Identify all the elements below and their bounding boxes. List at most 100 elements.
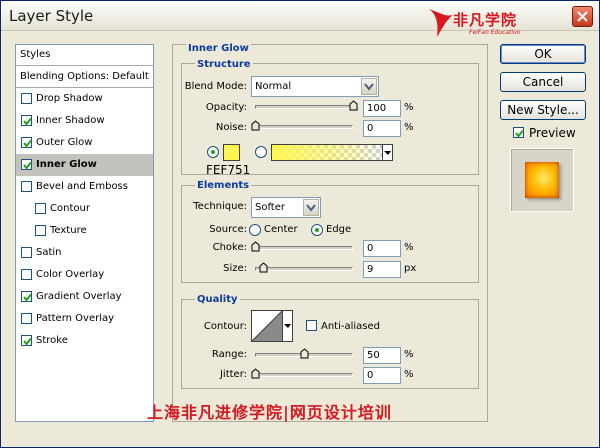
style-item-gradient-overlay[interactable]: Gradient Overlay <box>16 286 153 308</box>
style-item-label: Contour <box>50 203 90 214</box>
elements-title: Elements <box>195 180 252 191</box>
close-icon <box>577 11 588 22</box>
jitter-label: Jitter: <box>219 369 247 380</box>
anti-aliased-checkbox[interactable] <box>306 320 317 331</box>
style-checkbox[interactable] <box>35 225 46 236</box>
style-checkbox[interactable] <box>21 269 32 280</box>
technique-value: Softer <box>255 202 285 213</box>
jitter-slider[interactable] <box>255 373 353 377</box>
style-checkbox[interactable] <box>35 203 46 214</box>
blend-mode-value: Normal <box>255 81 292 92</box>
window-title: Layer Style <box>9 7 94 25</box>
contour-preview[interactable] <box>251 310 283 342</box>
size-unit: px <box>404 263 417 274</box>
style-item-inner-glow[interactable]: Inner Glow <box>16 154 153 176</box>
style-checkbox[interactable] <box>21 181 32 192</box>
style-item-satin[interactable]: Satin <box>16 242 153 264</box>
style-checkbox[interactable] <box>21 291 32 302</box>
source-edge-radio[interactable] <box>311 224 323 236</box>
source-label: Source: <box>209 224 247 235</box>
style-item-label: Stroke <box>36 335 68 346</box>
inner-glow-title: Inner Glow <box>186 43 251 54</box>
solid-color-radio[interactable] <box>207 146 219 158</box>
style-item-inner-shadow[interactable]: Inner Shadow <box>16 110 153 132</box>
gradient-dropdown[interactable] <box>382 144 393 161</box>
opacity-unit: % <box>404 102 414 113</box>
contour-curve-icon <box>251 310 283 342</box>
style-item-label: Satin <box>36 247 62 258</box>
noise-unit: % <box>404 122 414 133</box>
glow-color-swatch[interactable] <box>223 144 240 161</box>
style-item-label: Outer Glow <box>36 137 93 148</box>
style-preview <box>510 148 574 212</box>
new-style-button[interactable]: New Style... <box>500 100 586 120</box>
style-item-drop-shadow[interactable]: Drop Shadow <box>16 88 153 110</box>
style-checkbox[interactable] <box>21 247 32 258</box>
choke-slider[interactable] <box>255 246 353 250</box>
style-checkbox[interactable] <box>21 335 32 346</box>
logo-mark-icon <box>429 9 453 37</box>
blend-mode-select[interactable]: Normal <box>251 76 379 97</box>
style-item-stroke[interactable]: Stroke <box>16 330 153 352</box>
logo-text: 非凡学院 <box>453 11 518 29</box>
noise-slider[interactable] <box>255 125 353 129</box>
style-item-label: Bevel and Emboss <box>36 181 128 192</box>
cancel-button[interactable]: Cancel <box>500 72 586 92</box>
style-checkbox[interactable] <box>21 137 32 148</box>
style-item-contour[interactable]: Contour <box>16 198 153 220</box>
preview-checkbox[interactable] <box>513 127 524 138</box>
triangle-down-icon <box>384 151 391 155</box>
opacity-slider[interactable] <box>255 105 353 109</box>
technique-label: Technique: <box>193 201 247 212</box>
choke-slider-thumb[interactable] <box>251 241 260 252</box>
size-slider[interactable] <box>255 267 353 271</box>
chevron-down-icon <box>303 199 319 216</box>
logo: 非凡学院 FeiFan Education <box>425 7 545 41</box>
ok-button[interactable]: OK <box>500 44 586 64</box>
range-input[interactable]: 50 <box>363 347 401 364</box>
style-checkbox[interactable] <box>21 159 32 170</box>
jitter-slider-thumb[interactable] <box>251 368 260 379</box>
structure-title: Structure <box>195 59 253 70</box>
technique-select[interactable]: Softer <box>251 197 321 218</box>
source-edge-label: Edge <box>326 224 352 235</box>
preview-swatch <box>525 162 559 198</box>
noise-input[interactable]: 0 <box>363 120 401 137</box>
footer-watermark-text: 上海非凡进修学院|网页设计培训 <box>147 403 392 422</box>
style-item-label: Color Overlay <box>36 269 105 280</box>
blending-options-item[interactable]: Blending Options: Default <box>16 66 153 88</box>
range-slider-thumb[interactable] <box>300 348 309 359</box>
style-item-label: Gradient Overlay <box>36 291 122 302</box>
gradient-preview[interactable] <box>271 144 383 161</box>
style-checkbox[interactable] <box>21 115 32 126</box>
style-item-label: Pattern Overlay <box>36 313 115 324</box>
styles-header[interactable]: Styles <box>16 45 153 66</box>
style-item-outer-glow[interactable]: Outer Glow <box>16 132 153 154</box>
noise-slider-thumb[interactable] <box>251 120 260 131</box>
style-checkbox[interactable] <box>21 313 32 324</box>
style-item-label: Inner Glow <box>36 159 97 170</box>
choke-label: Choke: <box>212 242 247 253</box>
style-checkbox[interactable] <box>21 93 32 104</box>
source-center-radio[interactable] <box>249 224 261 236</box>
size-slider-thumb[interactable] <box>259 262 268 273</box>
jitter-input[interactable]: 0 <box>363 367 401 384</box>
contour-dropdown[interactable] <box>282 310 293 342</box>
close-button[interactable] <box>572 6 593 27</box>
contour-label: Contour: <box>203 321 247 332</box>
choke-input[interactable]: 0 <box>363 240 401 257</box>
choke-unit: % <box>404 242 414 253</box>
style-item-label: Drop Shadow <box>36 93 103 104</box>
triangle-down-icon <box>284 324 291 328</box>
anti-aliased-label: Anti-aliased <box>321 321 381 332</box>
opacity-slider-thumb[interactable] <box>349 100 358 111</box>
source-center-label: Center <box>264 224 298 235</box>
style-item-texture[interactable]: Texture <box>16 220 153 242</box>
style-item-color-overlay[interactable]: Color Overlay <box>16 264 153 286</box>
opacity-input[interactable]: 100 <box>363 100 401 117</box>
size-input[interactable]: 9 <box>363 261 401 278</box>
chevron-down-icon <box>361 78 377 95</box>
style-item-bevel-and-emboss[interactable]: Bevel and Emboss <box>16 176 153 198</box>
style-item-pattern-overlay[interactable]: Pattern Overlay <box>16 308 153 330</box>
gradient-radio[interactable] <box>255 146 267 158</box>
